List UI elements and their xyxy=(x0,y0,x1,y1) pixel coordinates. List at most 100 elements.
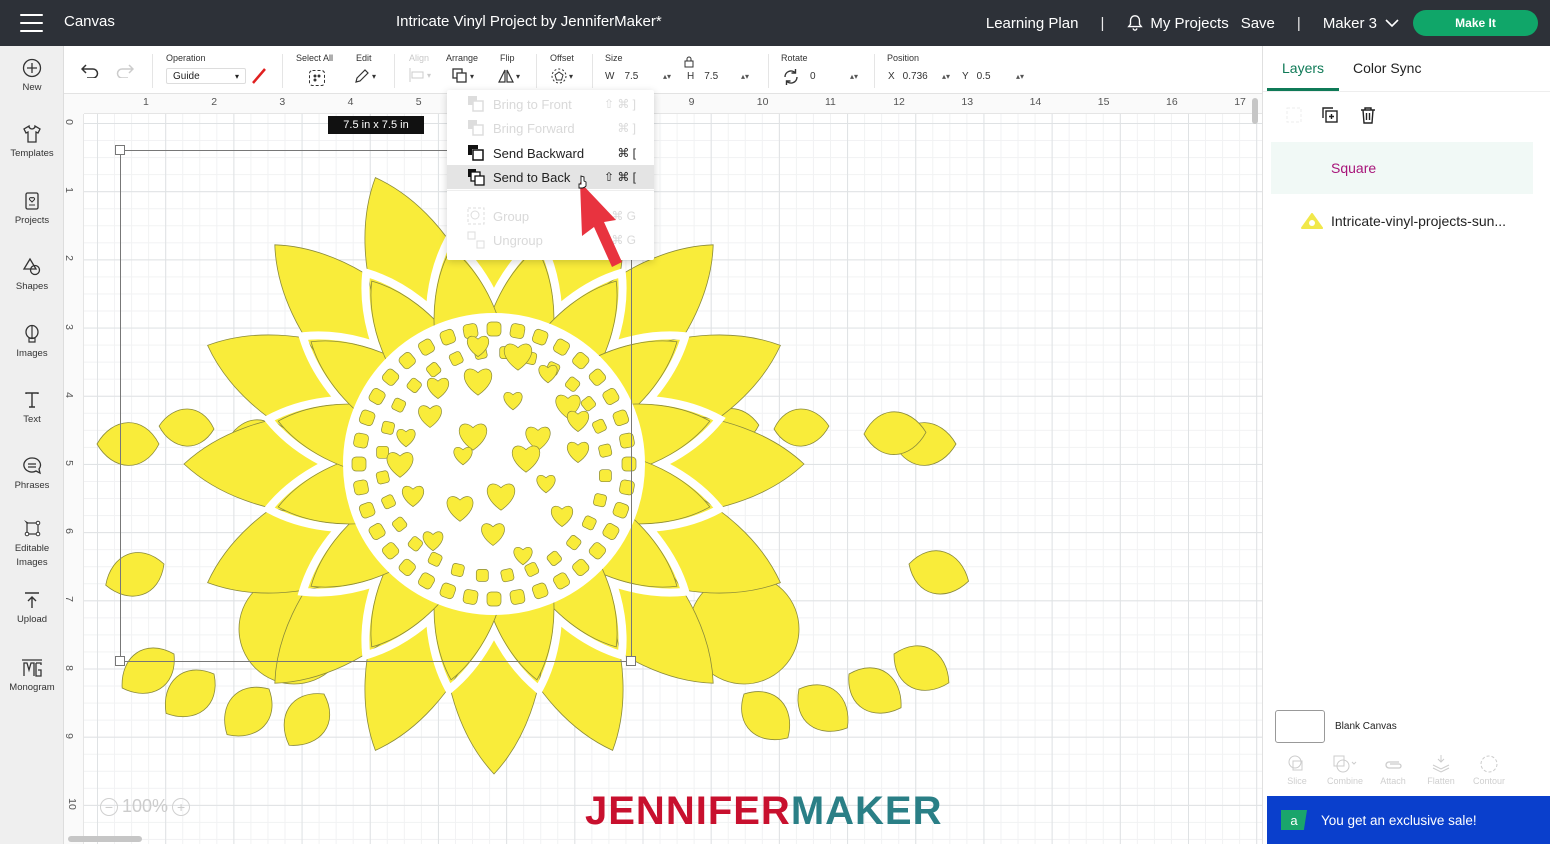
menu-item-label: Bring to Front xyxy=(493,96,572,112)
make-it-button[interactable]: Make It xyxy=(1413,10,1538,36)
y-label: Y xyxy=(962,70,969,82)
contour-button: Contour xyxy=(1465,754,1513,794)
selection-handle[interactable] xyxy=(115,656,125,666)
trash-icon[interactable] xyxy=(1360,106,1376,124)
rotate-spinner[interactable]: ▴▾ xyxy=(850,72,858,81)
vertical-ruler: 0 1 2 3 4 5 6 7 8 9 10 xyxy=(64,94,84,844)
operation-select[interactable]: Guide ▾ xyxy=(166,68,246,84)
tab-layers[interactable]: Layers xyxy=(1282,60,1324,76)
menu-shortcut: ⌘ [ xyxy=(617,146,636,160)
attach-label: Attach xyxy=(1380,776,1406,786)
vertical-scrollbar[interactable] xyxy=(1252,98,1258,124)
combine-label: Combine xyxy=(1326,776,1364,786)
duplicate-icon[interactable] xyxy=(1321,106,1339,124)
text-icon xyxy=(25,392,39,408)
watermark-part2: MAKER xyxy=(790,789,943,833)
ruler-tick: 9 xyxy=(688,96,695,108)
lock-icon[interactable] xyxy=(684,56,694,68)
align-icon xyxy=(409,68,424,82)
rotate-field[interactable]: 0 ▴▾ xyxy=(810,68,858,84)
slice-button: Slice xyxy=(1273,754,1321,794)
annotation-arrow xyxy=(578,175,622,267)
sidebar-item-projects[interactable]: Projects xyxy=(0,191,64,226)
menu-item-bring-forward: Bring Forward ⌘ ] xyxy=(447,116,654,140)
sidebar-item-text[interactable]: Text xyxy=(0,390,64,425)
ruler-tick: 1 xyxy=(143,96,149,108)
edit-toolbar: Operation Guide ▾ Select All Edit ▾ Align… xyxy=(64,46,1262,94)
group-layers-icon xyxy=(1286,107,1302,123)
redo-icon xyxy=(116,64,134,78)
my-projects-link[interactable]: My Projects xyxy=(1150,15,1228,32)
save-button[interactable]: Save xyxy=(1241,15,1275,32)
x-field[interactable]: X 0.736 ▴▾ xyxy=(888,68,950,84)
selection-handle[interactable] xyxy=(115,145,125,155)
send-backward-icon xyxy=(468,145,484,161)
selection-handle[interactable] xyxy=(626,656,636,666)
combine-icon xyxy=(1333,755,1357,773)
outer-petal xyxy=(224,686,273,737)
bring-forward-icon xyxy=(468,120,484,136)
align-label: Align xyxy=(409,53,430,63)
arrange-label: Arrange xyxy=(446,53,479,63)
sidebar-item-new[interactable]: New xyxy=(0,58,64,93)
zoom-in-button[interactable]: + xyxy=(172,797,191,816)
ruler-tick: 5 xyxy=(415,96,422,108)
sidebar-item-monogram[interactable]: Monogram xyxy=(0,658,64,693)
project-title: Intricate Vinyl Project by JenniferMaker… xyxy=(396,13,662,30)
flip-dropdown[interactable]: ▾ xyxy=(498,68,520,84)
edit-dropdown[interactable]: ▾ xyxy=(354,68,376,84)
tab-divider xyxy=(1263,91,1550,92)
divider: | xyxy=(1100,14,1105,32)
tab-color-sync[interactable]: Color Sync xyxy=(1353,60,1421,76)
offset-dropdown[interactable]: ▾ xyxy=(551,68,573,84)
blank-canvas-layer[interactable]: Blank Canvas xyxy=(1275,710,1397,743)
ruler-tick: 0 xyxy=(64,119,75,125)
x-spinner[interactable]: ▴▾ xyxy=(942,72,950,81)
ruler-tick: 3 xyxy=(279,96,286,108)
speech-bubble-icon xyxy=(23,457,42,475)
watermark-part1: JENNIFER xyxy=(585,789,791,833)
pen-color-icon[interactable] xyxy=(251,67,267,85)
y-spinner[interactable]: ▴▾ xyxy=(1016,72,1024,81)
hand-cursor-icon xyxy=(578,175,587,189)
sidebar-item-editable-images[interactable]: Editable Images xyxy=(0,518,64,570)
sidebar-item-label: Projects xyxy=(14,215,50,226)
sidebar-item-templates[interactable]: Templates xyxy=(0,124,64,159)
layer-name: Square xyxy=(1331,160,1377,176)
hamburger-icon[interactable] xyxy=(20,14,43,32)
menu-item-send-backward[interactable]: Send Backward ⌘ [ xyxy=(447,141,654,165)
y-value: 0.5 xyxy=(976,70,991,82)
select-all-icon[interactable] xyxy=(308,69,326,87)
layer-item-sunflower[interactable]: Intricate-vinyl-projects-sun... xyxy=(1271,198,1533,244)
machine-selector[interactable]: Maker 3 xyxy=(1323,15,1399,32)
sidebar-item-images[interactable]: Images xyxy=(0,324,64,359)
height-spinner[interactable]: ▴▾ xyxy=(741,72,749,81)
promo-banner[interactable]: a You get an exclusive sale! xyxy=(1267,796,1550,844)
layer-item-square[interactable]: Square xyxy=(1271,142,1533,194)
zoom-out-button[interactable]: − xyxy=(100,797,118,816)
design-canvas[interactable]: 1234567891011121314151617 012345678910 xyxy=(64,94,1262,844)
height-field[interactable]: H 7.5 ▴▾ xyxy=(687,68,749,84)
sidebar-item-upload[interactable]: Upload xyxy=(0,590,64,625)
horizontal-scrollbar[interactable] xyxy=(68,836,142,842)
width-spinner[interactable]: ▴▾ xyxy=(663,72,671,81)
dimension-tooltip: 7.5 in x 7.5 in xyxy=(328,116,424,134)
undo-icon[interactable] xyxy=(81,64,99,78)
flip-icon xyxy=(498,69,514,83)
rotate-icon xyxy=(784,69,798,85)
learning-plan-link[interactable]: Learning Plan xyxy=(986,15,1079,32)
sidebar-item-label: Images xyxy=(16,348,48,359)
attach-button: Attach xyxy=(1369,754,1417,794)
width-field[interactable]: W 7.5 ▴▾ xyxy=(605,68,671,84)
menu-item-label: Ungroup xyxy=(493,232,543,248)
ruler-tick: 11 xyxy=(825,96,836,108)
arrange-dropdown[interactable]: ▾ xyxy=(452,68,474,84)
sidebar-item-shapes[interactable]: Shapes xyxy=(0,257,64,292)
offset-label: Offset xyxy=(550,53,574,63)
upload-icon xyxy=(25,592,39,608)
layer-actions: Slice Combine Attach Flatten Contour xyxy=(1273,754,1543,794)
canvas-color-swatch[interactable] xyxy=(1275,710,1325,743)
bell-icon[interactable] xyxy=(1126,14,1144,32)
y-field[interactable]: Y 0.5 ▴▾ xyxy=(962,68,1024,84)
sidebar-item-phrases[interactable]: Phrases xyxy=(0,456,64,491)
